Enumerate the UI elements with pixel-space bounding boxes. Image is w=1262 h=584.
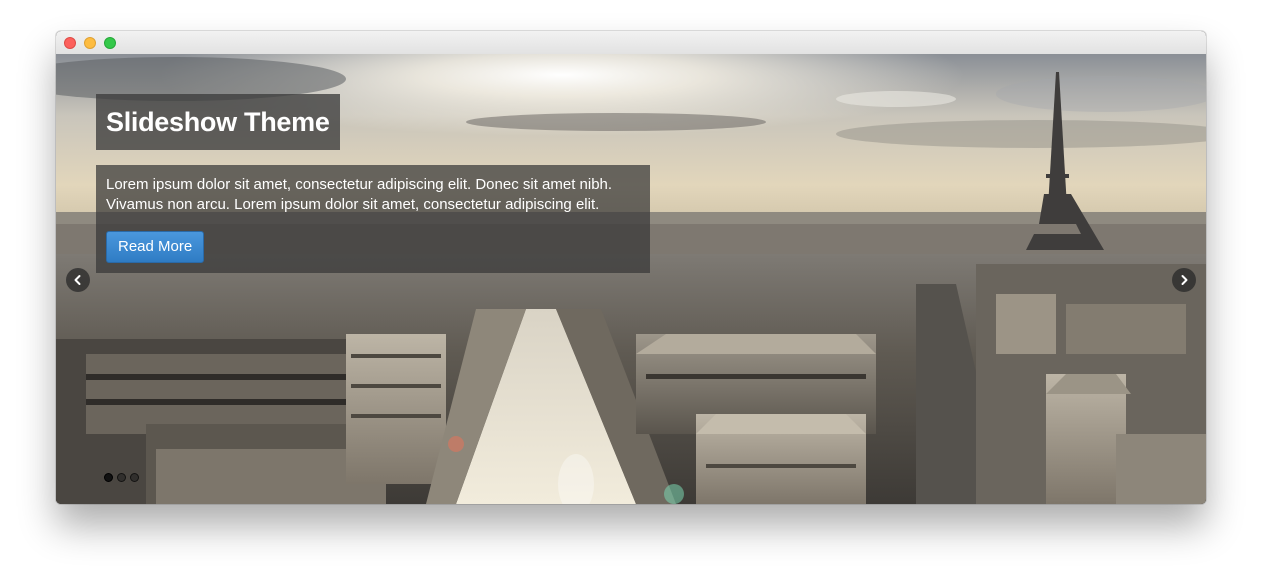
window-titlebar <box>56 31 1206 55</box>
slide-title: Slideshow Theme <box>96 94 340 150</box>
zoom-window-button[interactable] <box>104 37 116 49</box>
read-more-button[interactable]: Read More <box>106 231 205 263</box>
slide-dot-3[interactable] <box>130 473 139 482</box>
chevron-left-icon <box>74 275 81 285</box>
browser-window: Slideshow Theme Lorem ipsum dolor sit am… <box>56 31 1206 504</box>
minimize-window-button[interactable] <box>84 37 96 49</box>
slide-dot-1[interactable] <box>104 473 113 482</box>
previous-slide-button[interactable] <box>66 268 90 292</box>
slide-description: Lorem ipsum dolor sit amet, consectetur … <box>106 176 613 213</box>
slide-caption: Lorem ipsum dolor sit amet, consectetur … <box>96 165 650 273</box>
close-window-button[interactable] <box>64 37 76 49</box>
slide-dot-2[interactable] <box>117 473 126 482</box>
chevron-right-icon <box>1181 275 1188 285</box>
next-slide-button[interactable] <box>1172 268 1196 292</box>
slideshow: Slideshow Theme Lorem ipsum dolor sit am… <box>56 54 1206 504</box>
